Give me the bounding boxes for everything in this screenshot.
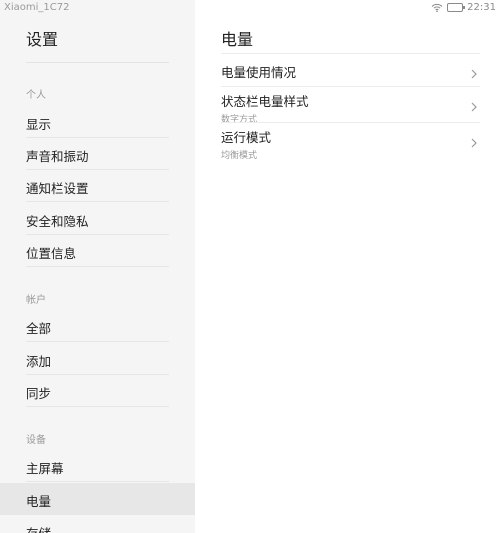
run-mode-item[interactable]: 运行模式 均衡模式 xyxy=(221,127,480,161)
device-name: Xiaomi_1C72 xyxy=(4,2,70,13)
divider xyxy=(221,122,480,123)
battery-icon xyxy=(447,3,466,12)
chevron-right-icon xyxy=(471,102,477,112)
sidebar-title: 设置 xyxy=(26,30,59,49)
item-subtitle: 均衡模式 xyxy=(221,151,258,161)
sidebar-item-label: 显示 xyxy=(26,117,52,132)
sidebar-item-label: 全部 xyxy=(26,321,52,336)
divider xyxy=(26,406,169,407)
status-bar-battery-style-item[interactable]: 状态栏电量样式 数字方式 xyxy=(221,91,480,125)
sidebar-item-label: 电量 xyxy=(26,494,52,509)
sidebar-item-all[interactable]: 全部 xyxy=(0,310,195,342)
item-subtitle: 数字方式 xyxy=(221,115,258,125)
section-label-accounts: 帐户 xyxy=(26,295,46,306)
sidebar-item-notifications[interactable]: 通知栏设置 xyxy=(0,170,195,202)
section-label-device: 设备 xyxy=(26,435,46,446)
sidebar-item-label: 存储 xyxy=(26,523,51,533)
sidebar-item-home-screen[interactable]: 主屏幕 xyxy=(0,450,195,482)
sidebar-item-sound[interactable]: 声音和振动 xyxy=(0,138,195,170)
divider xyxy=(221,86,480,87)
wifi-icon xyxy=(431,3,443,12)
item-title: 运行模式 xyxy=(221,130,272,145)
sidebar-item-label: 声音和振动 xyxy=(26,149,89,164)
divider xyxy=(26,201,169,202)
page-title: 电量 xyxy=(221,30,254,49)
sidebar-item-storage[interactable]: 存储 xyxy=(0,515,195,533)
chevron-right-icon xyxy=(471,138,477,148)
item-title: 状态栏电量样式 xyxy=(221,94,309,109)
sidebar-item-label: 位置信息 xyxy=(26,246,77,261)
divider xyxy=(26,266,169,267)
sidebar-item-display[interactable]: 显示 xyxy=(0,106,195,138)
divider xyxy=(26,341,169,342)
title-divider xyxy=(221,53,480,54)
sidebar-item-label: 添加 xyxy=(26,354,52,369)
sidebar-item-battery[interactable]: 电量 xyxy=(0,483,195,515)
sidebar-item-label: 通知栏设置 xyxy=(26,181,89,196)
sidebar-item-label: 同步 xyxy=(26,386,52,401)
clock-time: 22:31 xyxy=(467,2,496,13)
sidebar-item-security[interactable]: 安全和隐私 xyxy=(0,203,195,235)
battery-usage-item[interactable]: 电量使用情况 xyxy=(221,62,480,86)
section-label-personal: 个人 xyxy=(26,90,46,101)
sidebar-item-location[interactable]: 位置信息 xyxy=(0,235,195,267)
divider xyxy=(26,481,169,482)
detail-panel: 22:31 电量 电量使用情况 状态栏电量样式 数字方式 运行模式 均衡模式 xyxy=(195,0,500,533)
sidebar-item-add[interactable]: 添加 xyxy=(0,343,195,375)
item-title: 电量使用情况 xyxy=(221,65,297,80)
settings-sidebar: Xiaomi_1C72 设置 个人 显示 声音和振动 通知栏设置 安全和隐私 位… xyxy=(0,0,195,533)
sidebar-item-sync[interactable]: 同步 xyxy=(0,375,195,407)
sidebar-item-label: 安全和隐私 xyxy=(26,214,89,229)
sidebar-item-label: 主屏幕 xyxy=(26,461,64,476)
sidebar-title-divider xyxy=(26,62,169,63)
chevron-right-icon xyxy=(471,69,477,79)
status-indicators: 22:31 xyxy=(431,2,496,13)
